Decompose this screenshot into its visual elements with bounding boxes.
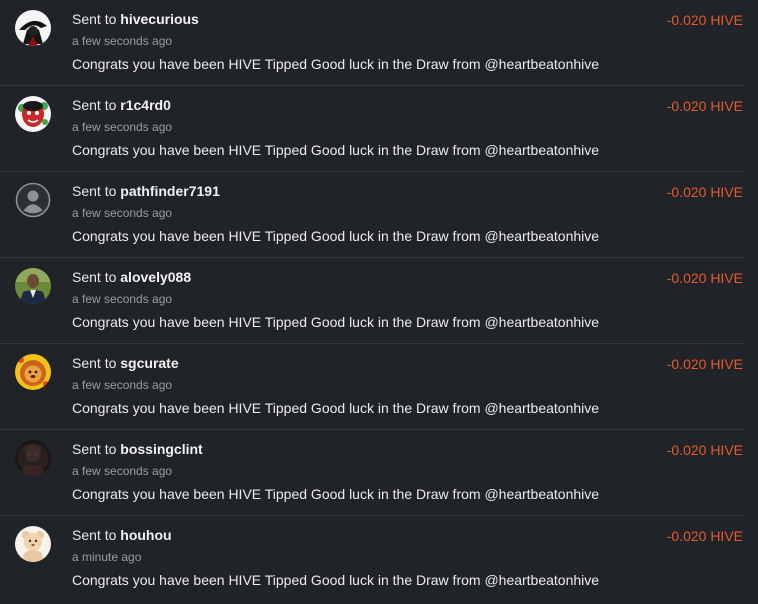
recipient-line: Sent to houhou bbox=[72, 527, 172, 544]
memo-text: Congrats you have been HIVE Tipped Good … bbox=[72, 314, 600, 330]
amount: -0.020 HIVE bbox=[666, 528, 743, 544]
memo-text: Congrats you have been HIVE Tipped Good … bbox=[72, 572, 600, 588]
transfer-row: Sent to alovely088 a few seconds ago Con… bbox=[0, 258, 744, 344]
recipient-username-link[interactable]: hivecurious bbox=[120, 11, 199, 27]
transfer-history-list: Sent to hivecurious a few seconds ago Co… bbox=[0, 0, 744, 604]
timestamp: a few seconds ago bbox=[72, 292, 173, 306]
recipient-username-link[interactable]: pathfinder7191 bbox=[120, 183, 220, 199]
sent-to-label: Sent to bbox=[72, 441, 117, 457]
timestamp: a few seconds ago bbox=[72, 206, 173, 220]
recipient-line: Sent to alovely088 bbox=[72, 269, 191, 286]
lion-cartoon-avatar-icon[interactable] bbox=[15, 354, 51, 390]
sent-to-label: Sent to bbox=[72, 355, 117, 371]
red-face-avatar-icon[interactable] bbox=[15, 96, 51, 132]
amount: -0.020 HIVE bbox=[666, 270, 743, 286]
sent-to-label: Sent to bbox=[72, 269, 117, 285]
transfer-row: Sent to bossingclint a few seconds ago C… bbox=[0, 430, 744, 516]
memo-text: Congrats you have been HIVE Tipped Good … bbox=[72, 486, 600, 502]
sent-to-label: Sent to bbox=[72, 527, 117, 543]
transfer-row: Sent to pathfinder7191 a few seconds ago… bbox=[0, 172, 744, 258]
amount: -0.020 HIVE bbox=[666, 184, 743, 200]
amount: -0.020 HIVE bbox=[666, 356, 743, 372]
timestamp: a minute ago bbox=[72, 550, 142, 564]
recipient-line: Sent to hivecurious bbox=[72, 11, 199, 28]
recipient-username-link[interactable]: bossingclint bbox=[120, 441, 202, 457]
timestamp: a few seconds ago bbox=[72, 120, 173, 134]
memo-text: Congrats you have been HIVE Tipped Good … bbox=[72, 142, 600, 158]
timestamp: a few seconds ago bbox=[72, 464, 173, 478]
recipient-line: Sent to sgcurate bbox=[72, 355, 179, 372]
recipient-username-link[interactable]: r1c4rd0 bbox=[120, 97, 171, 113]
timestamp: a few seconds ago bbox=[72, 34, 173, 48]
transfer-row: Sent to r1c4rd0 a few seconds ago Congra… bbox=[0, 86, 744, 172]
recipient-username-link[interactable]: houhou bbox=[120, 527, 171, 543]
amount: -0.020 HIVE bbox=[666, 98, 743, 114]
amount: -0.020 HIVE bbox=[666, 442, 743, 458]
memo-text: Congrats you have been HIVE Tipped Good … bbox=[72, 56, 600, 72]
dark-warrior-avatar-icon[interactable] bbox=[15, 440, 51, 476]
amount: -0.020 HIVE bbox=[666, 12, 743, 28]
sent-to-label: Sent to bbox=[72, 183, 117, 199]
memo-text: Congrats you have been HIVE Tipped Good … bbox=[72, 400, 600, 416]
transfer-row: Sent to hivecurious a few seconds ago Co… bbox=[0, 0, 744, 86]
recipient-line: Sent to pathfinder7191 bbox=[72, 183, 220, 200]
recipient-username-link[interactable]: sgcurate bbox=[120, 355, 178, 371]
man-in-suit-avatar-icon[interactable] bbox=[15, 268, 51, 304]
transfer-row: Sent to sgcurate a few seconds ago Congr… bbox=[0, 344, 744, 430]
sent-to-label: Sent to bbox=[72, 97, 117, 113]
masked-figure-avatar-icon[interactable] bbox=[15, 10, 51, 46]
sent-to-label: Sent to bbox=[72, 11, 117, 27]
timestamp: a few seconds ago bbox=[72, 378, 173, 392]
memo-text: Congrats you have been HIVE Tipped Good … bbox=[72, 228, 600, 244]
teddy-bear-avatar-icon[interactable] bbox=[15, 526, 51, 562]
recipient-username-link[interactable]: alovely088 bbox=[120, 269, 191, 285]
recipient-line: Sent to r1c4rd0 bbox=[72, 97, 171, 114]
recipient-line: Sent to bossingclint bbox=[72, 441, 203, 458]
default-user-avatar-icon[interactable] bbox=[15, 182, 51, 218]
transfer-row: Sent to houhou a minute ago Congrats you… bbox=[0, 516, 744, 602]
